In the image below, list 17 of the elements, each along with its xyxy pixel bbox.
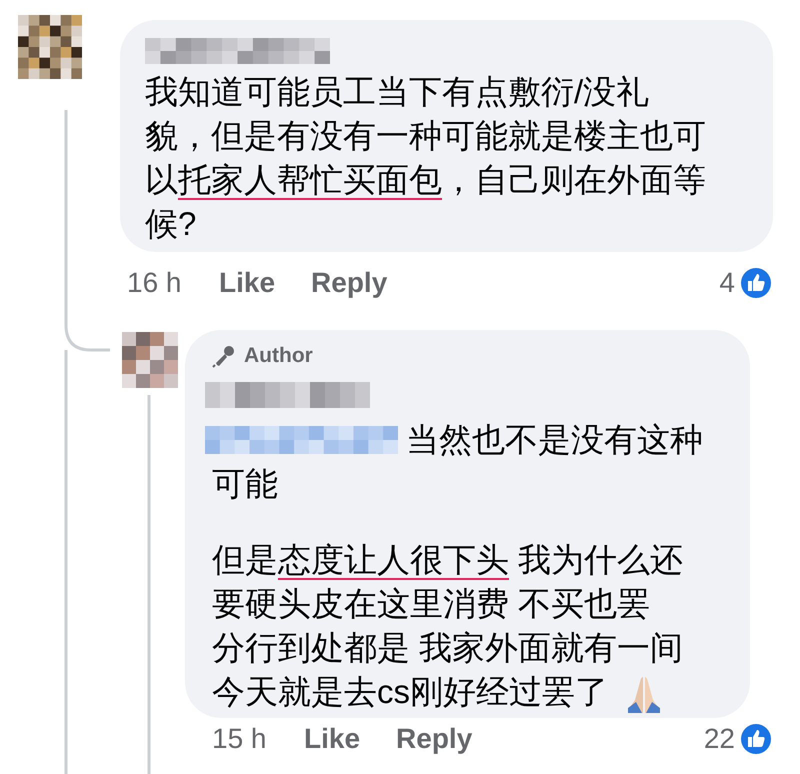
comment-text: 但是态度让人很下头 我为什么还 要硬头皮在这里消费 不买也罢 分行到处都是 我家外面就有一间 — [212, 540, 684, 668]
like-button[interactable]: Like — [219, 267, 276, 299]
microphone-icon — [212, 344, 236, 368]
reaction-count: 4 — [719, 267, 735, 299]
comment-text: 可能 — [212, 464, 278, 504]
comment-text: 我知道可能员工当下有点敷衍/没礼 貌，但是有没有一种可能就是楼主也可 以托家人帮忙买面包，自己则在外面等 候? — [145, 72, 706, 244]
reply-button[interactable]: Reply — [311, 267, 388, 299]
blurred-avatar — [18, 15, 82, 79]
comment-time: 15 h — [212, 723, 268, 755]
reaction-count: 22 — [704, 723, 735, 755]
like-button[interactable]: Like — [304, 723, 360, 755]
comment-text: 今天就是去cs刚好经过罢了 — [212, 672, 608, 712]
blurred-avatar — [122, 332, 178, 388]
reply-button[interactable]: Reply — [396, 723, 472, 755]
comment-time: 16 h — [127, 267, 182, 299]
comment-text: 当然也不是没有这种 — [406, 420, 703, 460]
author-label: Author — [244, 343, 313, 370]
